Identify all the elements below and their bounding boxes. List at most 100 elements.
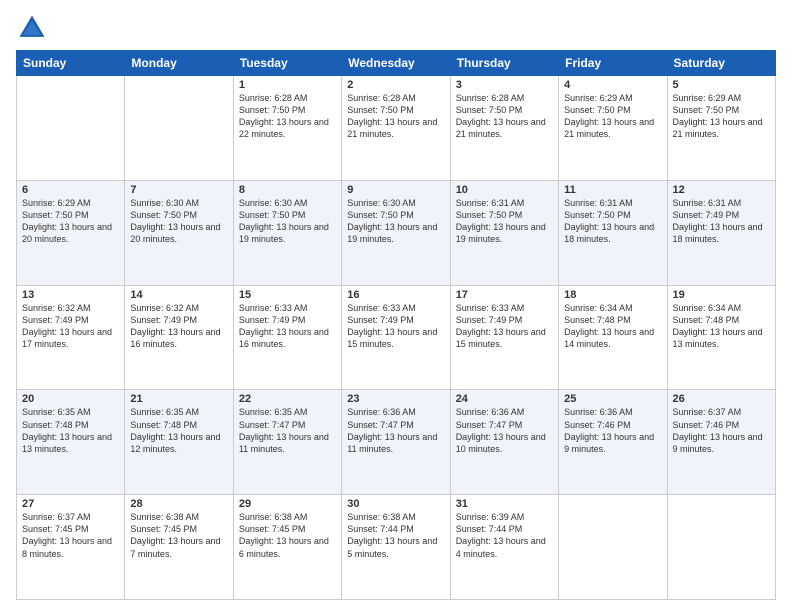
day-info: Sunrise: 6:28 AM Sunset: 7:50 PM Dayligh… bbox=[239, 92, 336, 141]
day-number: 10 bbox=[456, 184, 553, 196]
day-number: 12 bbox=[673, 184, 770, 196]
day-info: Sunrise: 6:32 AM Sunset: 7:49 PM Dayligh… bbox=[22, 302, 119, 351]
calendar-day-cell: 1Sunrise: 6:28 AM Sunset: 7:50 PM Daylig… bbox=[233, 76, 341, 181]
calendar-table: SundayMondayTuesdayWednesdayThursdayFrid… bbox=[16, 50, 776, 600]
day-info: Sunrise: 6:37 AM Sunset: 7:45 PM Dayligh… bbox=[22, 511, 119, 560]
calendar-day-cell: 13Sunrise: 6:32 AM Sunset: 7:49 PM Dayli… bbox=[17, 285, 125, 390]
day-info: Sunrise: 6:36 AM Sunset: 7:47 PM Dayligh… bbox=[456, 406, 553, 455]
calendar-day-header: Monday bbox=[125, 51, 233, 76]
day-info: Sunrise: 6:30 AM Sunset: 7:50 PM Dayligh… bbox=[347, 197, 444, 246]
day-info: Sunrise: 6:29 AM Sunset: 7:50 PM Dayligh… bbox=[22, 197, 119, 246]
calendar-day-header: Sunday bbox=[17, 51, 125, 76]
calendar-day-cell bbox=[559, 495, 667, 600]
day-info: Sunrise: 6:39 AM Sunset: 7:44 PM Dayligh… bbox=[456, 511, 553, 560]
calendar-day-cell: 4Sunrise: 6:29 AM Sunset: 7:50 PM Daylig… bbox=[559, 76, 667, 181]
calendar-day-cell: 6Sunrise: 6:29 AM Sunset: 7:50 PM Daylig… bbox=[17, 180, 125, 285]
day-info: Sunrise: 6:37 AM Sunset: 7:46 PM Dayligh… bbox=[673, 406, 770, 455]
day-info: Sunrise: 6:28 AM Sunset: 7:50 PM Dayligh… bbox=[456, 92, 553, 141]
logo-icon bbox=[16, 12, 48, 44]
day-number: 9 bbox=[347, 184, 444, 196]
day-info: Sunrise: 6:38 AM Sunset: 7:45 PM Dayligh… bbox=[239, 511, 336, 560]
day-number: 5 bbox=[673, 79, 770, 91]
day-number: 7 bbox=[130, 184, 227, 196]
day-info: Sunrise: 6:28 AM Sunset: 7:50 PM Dayligh… bbox=[347, 92, 444, 141]
day-number: 13 bbox=[22, 289, 119, 301]
day-number: 24 bbox=[456, 393, 553, 405]
day-number: 14 bbox=[130, 289, 227, 301]
calendar-day-cell: 19Sunrise: 6:34 AM Sunset: 7:48 PM Dayli… bbox=[667, 285, 775, 390]
day-number: 25 bbox=[564, 393, 661, 405]
day-number: 6 bbox=[22, 184, 119, 196]
calendar-day-cell: 23Sunrise: 6:36 AM Sunset: 7:47 PM Dayli… bbox=[342, 390, 450, 495]
calendar-week-row: 1Sunrise: 6:28 AM Sunset: 7:50 PM Daylig… bbox=[17, 76, 776, 181]
calendar-day-cell: 24Sunrise: 6:36 AM Sunset: 7:47 PM Dayli… bbox=[450, 390, 558, 495]
calendar-header-row: SundayMondayTuesdayWednesdayThursdayFrid… bbox=[17, 51, 776, 76]
calendar-day-cell: 21Sunrise: 6:35 AM Sunset: 7:48 PM Dayli… bbox=[125, 390, 233, 495]
day-number: 28 bbox=[130, 498, 227, 510]
calendar-day-header: Friday bbox=[559, 51, 667, 76]
calendar-day-cell: 26Sunrise: 6:37 AM Sunset: 7:46 PM Dayli… bbox=[667, 390, 775, 495]
day-info: Sunrise: 6:34 AM Sunset: 7:48 PM Dayligh… bbox=[564, 302, 661, 351]
day-number: 16 bbox=[347, 289, 444, 301]
day-number: 22 bbox=[239, 393, 336, 405]
calendar-day-cell: 9Sunrise: 6:30 AM Sunset: 7:50 PM Daylig… bbox=[342, 180, 450, 285]
day-number: 27 bbox=[22, 498, 119, 510]
calendar-day-cell: 22Sunrise: 6:35 AM Sunset: 7:47 PM Dayli… bbox=[233, 390, 341, 495]
day-info: Sunrise: 6:31 AM Sunset: 7:50 PM Dayligh… bbox=[456, 197, 553, 246]
calendar-day-cell: 25Sunrise: 6:36 AM Sunset: 7:46 PM Dayli… bbox=[559, 390, 667, 495]
calendar-day-cell: 18Sunrise: 6:34 AM Sunset: 7:48 PM Dayli… bbox=[559, 285, 667, 390]
calendar-day-header: Wednesday bbox=[342, 51, 450, 76]
calendar-day-cell: 5Sunrise: 6:29 AM Sunset: 7:50 PM Daylig… bbox=[667, 76, 775, 181]
day-info: Sunrise: 6:35 AM Sunset: 7:48 PM Dayligh… bbox=[22, 406, 119, 455]
day-info: Sunrise: 6:30 AM Sunset: 7:50 PM Dayligh… bbox=[239, 197, 336, 246]
calendar-day-cell: 29Sunrise: 6:38 AM Sunset: 7:45 PM Dayli… bbox=[233, 495, 341, 600]
day-number: 19 bbox=[673, 289, 770, 301]
calendar-day-cell: 12Sunrise: 6:31 AM Sunset: 7:49 PM Dayli… bbox=[667, 180, 775, 285]
day-info: Sunrise: 6:30 AM Sunset: 7:50 PM Dayligh… bbox=[130, 197, 227, 246]
calendar-day-cell: 20Sunrise: 6:35 AM Sunset: 7:48 PM Dayli… bbox=[17, 390, 125, 495]
day-number: 1 bbox=[239, 79, 336, 91]
calendar-week-row: 20Sunrise: 6:35 AM Sunset: 7:48 PM Dayli… bbox=[17, 390, 776, 495]
day-info: Sunrise: 6:33 AM Sunset: 7:49 PM Dayligh… bbox=[239, 302, 336, 351]
calendar-day-cell: 11Sunrise: 6:31 AM Sunset: 7:50 PM Dayli… bbox=[559, 180, 667, 285]
calendar-day-cell: 30Sunrise: 6:38 AM Sunset: 7:44 PM Dayli… bbox=[342, 495, 450, 600]
page: SundayMondayTuesdayWednesdayThursdayFrid… bbox=[0, 0, 792, 612]
day-number: 20 bbox=[22, 393, 119, 405]
day-number: 11 bbox=[564, 184, 661, 196]
calendar-day-header: Saturday bbox=[667, 51, 775, 76]
day-number: 3 bbox=[456, 79, 553, 91]
day-number: 21 bbox=[130, 393, 227, 405]
day-info: Sunrise: 6:33 AM Sunset: 7:49 PM Dayligh… bbox=[347, 302, 444, 351]
day-info: Sunrise: 6:35 AM Sunset: 7:48 PM Dayligh… bbox=[130, 406, 227, 455]
calendar-day-cell: 7Sunrise: 6:30 AM Sunset: 7:50 PM Daylig… bbox=[125, 180, 233, 285]
day-info: Sunrise: 6:31 AM Sunset: 7:49 PM Dayligh… bbox=[673, 197, 770, 246]
day-info: Sunrise: 6:29 AM Sunset: 7:50 PM Dayligh… bbox=[564, 92, 661, 141]
day-number: 8 bbox=[239, 184, 336, 196]
day-info: Sunrise: 6:32 AM Sunset: 7:49 PM Dayligh… bbox=[130, 302, 227, 351]
calendar-day-cell: 8Sunrise: 6:30 AM Sunset: 7:50 PM Daylig… bbox=[233, 180, 341, 285]
calendar-day-cell bbox=[125, 76, 233, 181]
calendar-day-cell: 28Sunrise: 6:38 AM Sunset: 7:45 PM Dayli… bbox=[125, 495, 233, 600]
day-number: 17 bbox=[456, 289, 553, 301]
day-info: Sunrise: 6:34 AM Sunset: 7:48 PM Dayligh… bbox=[673, 302, 770, 351]
calendar-day-header: Tuesday bbox=[233, 51, 341, 76]
day-number: 23 bbox=[347, 393, 444, 405]
day-number: 15 bbox=[239, 289, 336, 301]
calendar-day-cell: 27Sunrise: 6:37 AM Sunset: 7:45 PM Dayli… bbox=[17, 495, 125, 600]
day-info: Sunrise: 6:33 AM Sunset: 7:49 PM Dayligh… bbox=[456, 302, 553, 351]
calendar-week-row: 13Sunrise: 6:32 AM Sunset: 7:49 PM Dayli… bbox=[17, 285, 776, 390]
day-number: 31 bbox=[456, 498, 553, 510]
day-info: Sunrise: 6:36 AM Sunset: 7:46 PM Dayligh… bbox=[564, 406, 661, 455]
day-number: 18 bbox=[564, 289, 661, 301]
day-info: Sunrise: 6:36 AM Sunset: 7:47 PM Dayligh… bbox=[347, 406, 444, 455]
day-number: 29 bbox=[239, 498, 336, 510]
day-number: 4 bbox=[564, 79, 661, 91]
day-number: 30 bbox=[347, 498, 444, 510]
day-info: Sunrise: 6:31 AM Sunset: 7:50 PM Dayligh… bbox=[564, 197, 661, 246]
day-number: 26 bbox=[673, 393, 770, 405]
logo bbox=[16, 12, 52, 44]
calendar-day-cell bbox=[667, 495, 775, 600]
day-info: Sunrise: 6:35 AM Sunset: 7:47 PM Dayligh… bbox=[239, 406, 336, 455]
day-info: Sunrise: 6:38 AM Sunset: 7:45 PM Dayligh… bbox=[130, 511, 227, 560]
day-info: Sunrise: 6:29 AM Sunset: 7:50 PM Dayligh… bbox=[673, 92, 770, 141]
